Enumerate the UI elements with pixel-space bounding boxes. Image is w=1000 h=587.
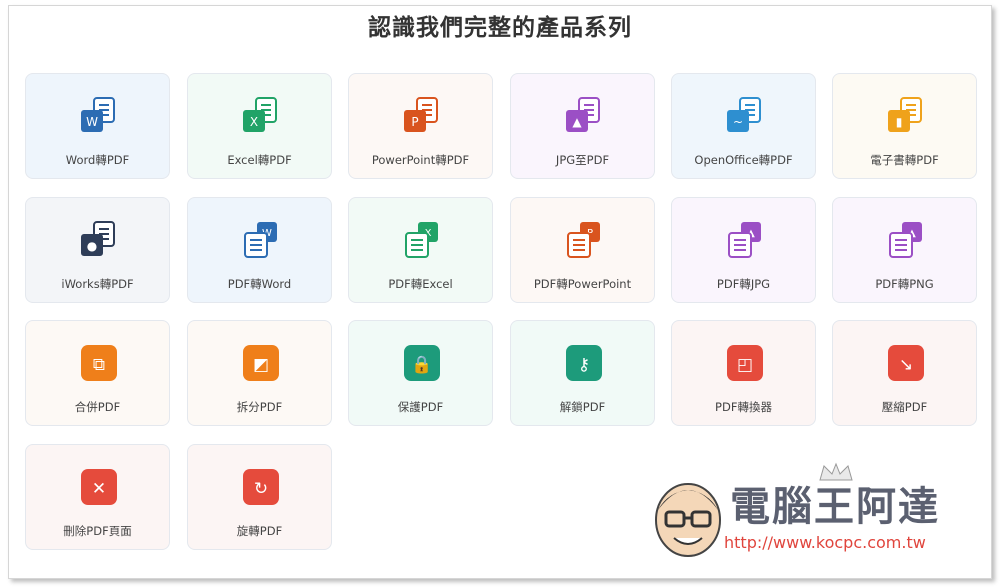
watermark-name: 電腦王阿達 <box>730 484 940 530</box>
svg-text:↘: ↘ <box>899 355 913 375</box>
product-card-label: JPG至PDF <box>555 153 610 167</box>
svg-text:◰: ◰ <box>737 355 753 375</box>
product-card-label: PDF轉Word <box>227 277 292 291</box>
product-card-label: PDF轉PNG <box>875 277 934 291</box>
product-card-label: iWorks轉PDF <box>61 277 134 291</box>
product-card-label: 壓縮PDF <box>881 400 928 414</box>
product-card-label: OpenOffice轉PDF <box>694 153 793 167</box>
product-card-label: 刪除PDF頁面 <box>63 524 132 538</box>
delete-pdf-pages-icon: ✕ <box>79 467 119 507</box>
product-card-label: PowerPoint轉PDF <box>371 153 470 167</box>
jpg-to-pdf-icon: ▲ <box>564 96 604 136</box>
product-card-label: 拆分PDF <box>236 400 283 414</box>
product-card[interactable]: ▲ PDF轉JPG <box>671 197 816 303</box>
product-card[interactable]: ↻ 旋轉PDF <box>187 444 332 550</box>
powerpoint-to-pdf-icon: P <box>402 96 442 136</box>
product-card-label: 保護PDF <box>397 400 444 414</box>
pdf-converter-icon: ◰ <box>725 343 765 383</box>
product-card-label: PDF轉換器 <box>715 400 772 414</box>
product-card[interactable]: W Word轉PDF <box>25 73 170 179</box>
product-card[interactable]: X Excel轉PDF <box>187 73 332 179</box>
product-card[interactable]: 🔒 保護PDF <box>348 320 493 426</box>
iworks-to-pdf-icon: ● <box>79 220 119 260</box>
watermark-url: http://www.kocpc.com.tw <box>724 533 926 552</box>
page-title: 認識我們完整的產品系列 <box>368 15 632 41</box>
product-card-label: 解鎖PDF <box>559 400 606 414</box>
svg-text:▲: ▲ <box>572 115 582 129</box>
svg-text:P: P <box>411 115 418 129</box>
product-card-label: Excel轉PDF <box>227 153 292 167</box>
product-card[interactable]: ⚷ 解鎖PDF <box>510 320 655 426</box>
product-card[interactable]: ▲ PDF轉PNG <box>832 197 977 303</box>
product-card[interactable]: ~ OpenOffice轉PDF <box>671 73 816 179</box>
svg-text:W: W <box>86 115 98 129</box>
svg-text:●: ● <box>87 239 97 253</box>
product-card-label: 電子書轉PDF <box>870 153 939 167</box>
ebook-to-pdf-icon: ▮ <box>886 96 926 136</box>
product-card[interactable]: ↘ 壓縮PDF <box>832 320 977 426</box>
pdf-to-excel-icon: X <box>402 220 442 260</box>
product-card-label: PDF轉PowerPoint <box>533 277 632 291</box>
svg-text:↻: ↻ <box>254 479 268 499</box>
svg-text:⚷: ⚷ <box>578 355 590 375</box>
openoffice-to-pdf-icon: ~ <box>725 96 765 136</box>
product-card[interactable]: W PDF轉Word <box>187 197 332 303</box>
pdf-to-word-icon: W <box>241 220 281 260</box>
product-card[interactable]: P PDF轉PowerPoint <box>510 197 655 303</box>
svg-text:◩: ◩ <box>253 355 269 375</box>
compress-pdf-icon: ↘ <box>886 343 926 383</box>
product-card-label: Word轉PDF <box>65 153 130 167</box>
rotate-pdf-icon: ↻ <box>241 467 281 507</box>
pdf-to-jpg-icon: ▲ <box>725 220 765 260</box>
unlock-pdf-icon: ⚷ <box>564 343 604 383</box>
excel-to-pdf-icon: X <box>241 96 281 136</box>
svg-text:✕: ✕ <box>92 479 106 499</box>
svg-text:X: X <box>250 115 258 129</box>
product-card-label: PDF轉Excel <box>388 277 453 291</box>
product-card-label: 旋轉PDF <box>236 524 283 538</box>
word-to-pdf-icon: W <box>79 96 119 136</box>
merge-pdf-icon: ⧉ <box>79 343 119 383</box>
product-card[interactable]: ◰ PDF轉換器 <box>671 320 816 426</box>
svg-text:▮: ▮ <box>896 115 903 129</box>
split-pdf-icon: ◩ <box>241 343 281 383</box>
protect-pdf-icon: 🔒 <box>402 343 442 383</box>
product-card[interactable]: P PowerPoint轉PDF <box>348 73 493 179</box>
product-card[interactable]: ● iWorks轉PDF <box>25 197 170 303</box>
svg-text:🔒: 🔒 <box>411 355 432 375</box>
product-card[interactable]: ⧉ 合併PDF <box>25 320 170 426</box>
product-card[interactable]: ▲ JPG至PDF <box>510 73 655 179</box>
product-card[interactable]: ▮ 電子書轉PDF <box>832 73 977 179</box>
pdf-to-powerpoint-icon: P <box>564 220 604 260</box>
product-card-label: 合併PDF <box>74 400 121 414</box>
svg-text:⧉: ⧉ <box>93 355 105 375</box>
product-card[interactable]: X PDF轉Excel <box>348 197 493 303</box>
product-card[interactable]: ◩ 拆分PDF <box>187 320 332 426</box>
product-card-label: PDF轉JPG <box>716 277 771 291</box>
mascot-icon <box>655 483 721 557</box>
product-card[interactable]: ✕ 刪除PDF頁面 <box>25 444 170 550</box>
pdf-to-png-icon: ▲ <box>886 220 926 260</box>
watermark-logo: 電腦王阿達 http://www.kocpc.com.tw <box>648 462 968 565</box>
svg-text:~: ~ <box>733 115 743 129</box>
